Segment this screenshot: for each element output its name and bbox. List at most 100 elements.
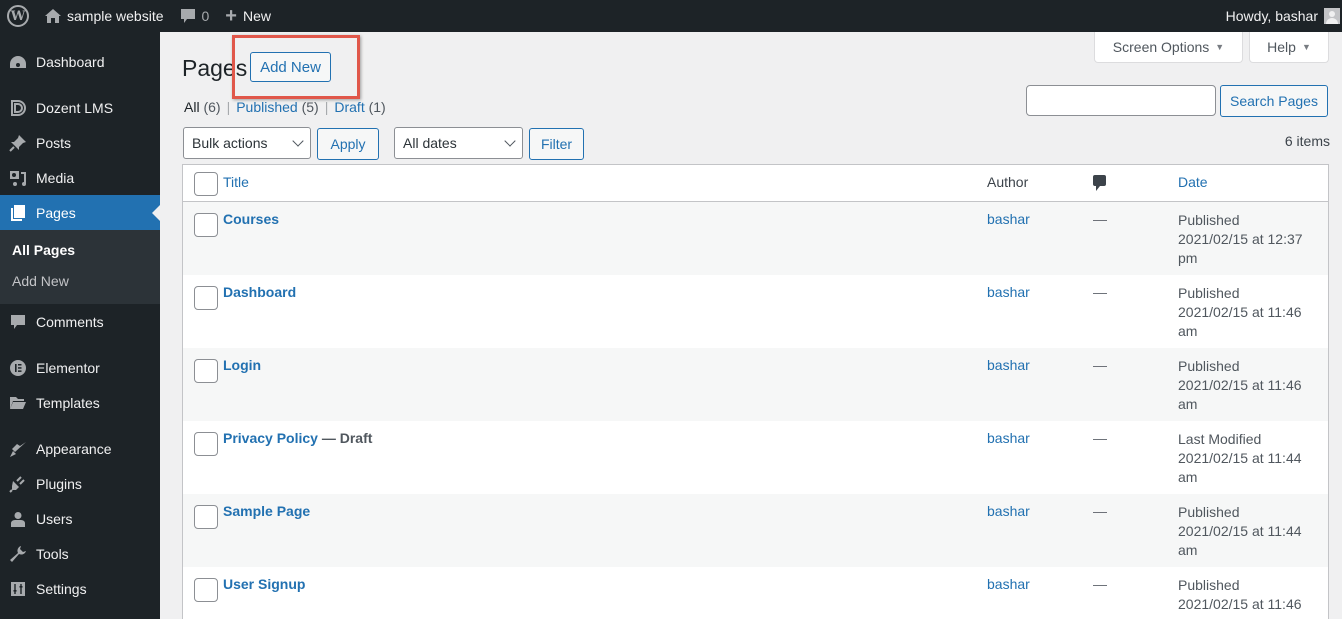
submenu-item-all-pages[interactable]: All Pages — [0, 236, 160, 267]
row-checkbox[interactable] — [194, 213, 218, 237]
author-link[interactable]: bashar — [987, 576, 1030, 592]
screen-options-button[interactable]: Screen Options ▼ — [1094, 32, 1243, 63]
new-label: New — [242, 8, 271, 24]
admin-bar: W sample website 0 + New Howdy, bashar — [0, 0, 1342, 32]
settings-icon — [8, 579, 28, 599]
pages-table: Title Author Date Courses bashar — Publi… — [182, 164, 1329, 619]
table-row: Login bashar — Published 2021/02/15 at 11… — [183, 348, 1328, 421]
sidebar-item-pages[interactable]: Pages — [0, 195, 160, 230]
site-name-link[interactable]: sample website — [37, 0, 172, 32]
filter-button[interactable]: Filter — [529, 128, 584, 160]
items-count: 6 items — [1284, 133, 1330, 149]
sidebar-item-posts[interactable]: Posts — [0, 125, 160, 160]
page-title-link[interactable]: Sample Page — [223, 503, 310, 519]
author-link[interactable]: bashar — [987, 211, 1030, 227]
author-link[interactable]: bashar — [987, 284, 1030, 300]
date-suffix: am — [1178, 396, 1198, 412]
new-content-link[interactable]: + New — [217, 0, 279, 32]
bulk-actions-select[interactable]: Bulk actions — [183, 127, 311, 159]
date-status: Published — [1178, 285, 1240, 301]
sidebar-item-tools[interactable]: Tools — [0, 536, 160, 571]
date-cell: Published 2021/02/15 at 11:44 am — [1178, 503, 1323, 560]
submenu-item-add-new[interactable]: Add New — [0, 267, 160, 298]
table-row: Courses bashar — Published 2021/02/15 at … — [183, 202, 1328, 275]
sidebar-item-dashboard[interactable]: Dashboard — [0, 44, 160, 79]
wordpress-logo-button[interactable]: W — [0, 0, 37, 32]
search-input[interactable] — [1026, 85, 1216, 116]
comments-count: — — [1093, 284, 1107, 300]
date-status: Published — [1178, 577, 1240, 593]
date-suffix: am — [1178, 542, 1198, 558]
comments-column-header — [1093, 175, 1107, 191]
select-all-checkbox[interactable] — [194, 172, 218, 196]
comments-icon — [1093, 175, 1106, 191]
date-cell: Published 2021/02/15 at 11:46 am — [1178, 284, 1323, 341]
author-link[interactable]: bashar — [987, 503, 1030, 519]
comment-icon — [8, 312, 28, 332]
site-name: sample website — [67, 8, 164, 24]
caret-down-icon: ▼ — [1215, 42, 1225, 52]
date-status: Published — [1178, 358, 1240, 374]
sidebar-item-users[interactable]: Users — [0, 501, 160, 536]
column-author-header: Author — [987, 174, 1029, 190]
page-title-link[interactable]: Login — [223, 357, 261, 373]
sidebar-item-media[interactable]: Media — [0, 160, 160, 195]
sidebar-item-settings[interactable]: Settings — [0, 571, 160, 606]
sidebar-item-elementor[interactable]: Elementor — [0, 350, 160, 385]
page-title-link[interactable]: Courses — [223, 211, 279, 227]
page-title-link[interactable]: User Signup — [223, 576, 305, 592]
search-pages-button[interactable]: Search Pages — [1220, 85, 1328, 117]
comment-icon — [180, 8, 196, 24]
filter-draft[interactable]: Draft (1) — [334, 99, 385, 115]
elementor-icon — [8, 358, 28, 378]
table-row: Dashboard bashar — Published 2021/02/15 a… — [183, 275, 1328, 348]
column-title-header[interactable]: Title — [223, 174, 249, 190]
date-suffix: am — [1178, 469, 1198, 485]
chevron-down-icon — [292, 135, 304, 147]
sidebar-item-appearance[interactable]: Appearance — [0, 431, 160, 466]
apply-button[interactable]: Apply — [317, 128, 379, 160]
page-title-link[interactable]: Privacy Policy — [223, 430, 318, 446]
table-row: Privacy Policy — Draft bashar — Last Mod… — [183, 421, 1328, 494]
dozent-icon — [8, 98, 28, 118]
sidebar-item-comments[interactable]: Comments — [0, 304, 160, 339]
my-account-link[interactable]: Howdy, bashar — [1218, 0, 1342, 32]
sidebar-item-templates[interactable]: Templates — [0, 385, 160, 420]
row-checkbox[interactable] — [194, 578, 218, 602]
home-icon — [45, 9, 61, 23]
admin-sidebar: Dashboard Dozent LMS Posts Media Pages A… — [0, 32, 160, 619]
date-value: 2021/02/15 at 11:44 — [1178, 450, 1302, 466]
row-checkbox[interactable] — [194, 505, 218, 529]
user-icon — [8, 509, 28, 529]
page-title-link[interactable]: Dashboard — [223, 284, 296, 300]
sidebar-item-plugins[interactable]: Plugins — [0, 466, 160, 501]
pages-icon — [8, 203, 28, 223]
avatar — [1324, 8, 1340, 24]
plus-icon: + — [225, 4, 237, 27]
media-icon — [8, 168, 28, 188]
date-status: Published — [1178, 504, 1240, 520]
sidebar-item-dozent-lms[interactable]: Dozent LMS — [0, 90, 160, 125]
row-checkbox[interactable] — [194, 286, 218, 310]
row-checkbox[interactable] — [194, 359, 218, 383]
column-date-header[interactable]: Date — [1178, 174, 1323, 190]
date-status: Published — [1178, 212, 1240, 228]
comments-count: — — [1093, 357, 1107, 373]
add-new-button[interactable]: Add New — [250, 52, 331, 82]
help-button[interactable]: Help ▼ — [1249, 32, 1329, 63]
row-checkbox[interactable] — [194, 432, 218, 456]
author-link[interactable]: bashar — [987, 430, 1030, 446]
date-status: Last Modified — [1178, 431, 1262, 447]
date-value: 2021/02/15 at 11:46 — [1178, 304, 1302, 320]
dates-filter-select[interactable]: All dates — [394, 127, 523, 159]
comments-count: — — [1093, 430, 1107, 446]
date-cell: Published 2021/02/15 at 11:46 am — [1178, 357, 1323, 414]
date-suffix: pm — [1178, 250, 1198, 266]
chevron-down-icon — [504, 135, 516, 147]
date-suffix: am — [1178, 323, 1198, 339]
author-link[interactable]: bashar — [987, 357, 1030, 373]
table-header: Title Author Date — [183, 165, 1328, 202]
comments-link[interactable]: 0 — [172, 0, 218, 32]
filter-published[interactable]: Published (5) — [236, 99, 319, 115]
filter-all[interactable]: All (6) — [184, 99, 221, 115]
